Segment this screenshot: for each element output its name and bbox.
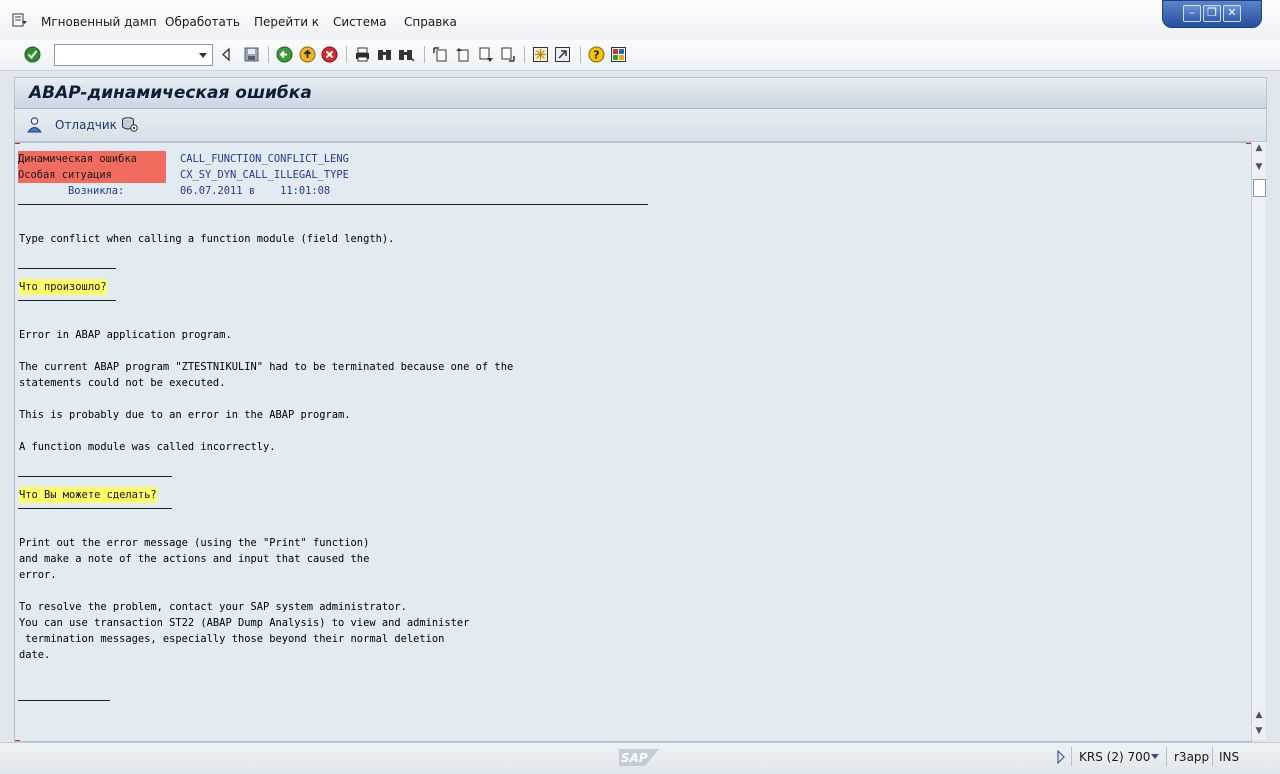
title-bar: ABAP-динамическая ошибка	[14, 77, 1267, 108]
what-can-you-do-line: Print out the error message (using the "…	[19, 537, 370, 549]
toolbar-separator	[580, 46, 581, 63]
menu-bar: Мгновенный дамп Обработать Перейти к Сис…	[0, 0, 1280, 41]
next-page-icon[interactable]	[477, 46, 494, 63]
enter-icon[interactable]	[24, 46, 41, 63]
shortcut-icon[interactable]	[554, 46, 571, 63]
exception-value: CX_SY_DYN_CALL_ILLEGAL_TYPE	[180, 169, 349, 181]
divider	[18, 204, 648, 205]
menu-item-instant-dump[interactable]: Мгновенный дамп	[41, 15, 157, 29]
what-happened-line: statements could not be executed.	[19, 377, 226, 389]
customize-layout-icon[interactable]	[610, 46, 627, 63]
system-info: KRS (2) 700	[1079, 750, 1151, 764]
scroll-down-small-icon[interactable]: ▼	[1254, 163, 1264, 172]
system-dropdown-icon[interactable]	[1150, 754, 1160, 760]
section-heading-what-happened: Что произошло?	[19, 279, 107, 295]
svg-text:SAP: SAP	[621, 751, 648, 765]
help-icon[interactable]: ?	[588, 46, 605, 63]
minimize-icon[interactable]: –	[1183, 5, 1201, 22]
dump-content: Динамическая ошибка CALL_FUNCTION_CONFLI…	[14, 142, 1252, 742]
what-happened-line: Error in ABAP application program.	[19, 329, 232, 341]
error-value: CALL_FUNCTION_CONFLICT_LENG	[180, 153, 349, 165]
debugger-icon[interactable]	[26, 116, 43, 133]
divider	[18, 300, 116, 301]
print-icon[interactable]	[354, 46, 371, 63]
short-text: Type conflict when calling a function mo…	[19, 233, 395, 245]
what-can-you-do-line: termination messages, especially those b…	[19, 633, 445, 645]
what-happened-line: The current ABAP program "ZTESTNIKULIN" …	[19, 361, 514, 373]
divider	[18, 268, 116, 269]
prev-page-icon[interactable]	[454, 46, 471, 63]
scroll-down-icon[interactable]: ▼	[1254, 727, 1264, 736]
vertical-scrollbar[interactable]: ▲ ▼ ▲ ▼	[1251, 142, 1266, 740]
application-toolbar: Отладчик	[14, 108, 1267, 142]
exit-icon[interactable]	[299, 46, 316, 63]
page-title: ABAP-динамическая ошибка	[29, 83, 312, 103]
menu-icon[interactable]	[12, 12, 28, 28]
corner-marker	[15, 143, 20, 150]
status-bar: SAP KRS (2) 700 r3app INS	[0, 742, 1280, 771]
divider	[18, 700, 110, 701]
what-happened-line: A function module was called incorrectly…	[19, 441, 276, 453]
server-info: r3app	[1174, 750, 1210, 764]
close-icon[interactable]: ✕	[1223, 5, 1241, 22]
debugger-button[interactable]: Отладчик	[55, 118, 117, 132]
standard-toolbar: ?	[0, 40, 1280, 71]
scroll-up-icon[interactable]: ▲	[1254, 144, 1264, 153]
restore-icon[interactable]: ❐	[1203, 5, 1221, 22]
status-expand-icon[interactable]	[1056, 750, 1066, 764]
scrollbar-thumb[interactable]	[1253, 179, 1266, 197]
corner-marker	[15, 734, 20, 741]
chevron-down-icon[interactable]	[196, 47, 210, 63]
svg-text:?: ?	[593, 49, 599, 62]
command-field[interactable]	[54, 44, 213, 66]
insert-mode[interactable]: INS	[1219, 750, 1239, 764]
window-controls: – ❐ ✕	[1162, 0, 1262, 28]
create-session-icon[interactable]	[532, 46, 549, 63]
back-icon[interactable]	[276, 46, 293, 63]
occurred-label: Возникла:	[68, 185, 125, 197]
scroll-up-bottom-icon[interactable]: ▲	[1254, 711, 1264, 720]
what-can-you-do-line: To resolve the problem, contact your SAP…	[19, 601, 407, 613]
first-page-icon[interactable]	[432, 46, 449, 63]
what-can-you-do-line: and make a note of the actions and input…	[19, 553, 370, 565]
save-icon[interactable]	[243, 46, 260, 63]
last-page-icon[interactable]	[499, 46, 516, 63]
find-next-icon[interactable]	[398, 46, 415, 63]
section-heading-what-can-you-do: Что Вы можете сделать?	[19, 487, 157, 503]
status-separator	[1071, 747, 1072, 766]
status-separator	[1212, 747, 1213, 766]
divider	[18, 508, 172, 509]
divider	[18, 476, 172, 477]
what-can-you-do-line: You can use transaction ST22 (ABAP Dump …	[19, 617, 470, 629]
back-nav-icon[interactable]	[218, 46, 235, 63]
menu-item-goto[interactable]: Перейти к	[254, 15, 319, 29]
database-settings-icon[interactable]	[121, 116, 139, 133]
what-can-you-do-line: error.	[19, 569, 57, 581]
occurred-value: 06.07.2011 в 11:01:08	[180, 185, 331, 197]
sap-logo: SAP	[619, 749, 659, 766]
cancel-icon[interactable]	[321, 46, 338, 63]
what-can-you-do-line: date.	[19, 649, 51, 661]
what-happened-line: This is probably due to an error in the …	[19, 409, 351, 421]
menu-item-help[interactable]: Справка	[404, 15, 457, 29]
menu-item-edit[interactable]: Обработать	[165, 15, 240, 29]
exception-label: Особая ситуация	[18, 167, 166, 183]
menu-item-system[interactable]: Система	[333, 15, 387, 29]
error-label: Динамическая ошибка	[18, 151, 166, 167]
toolbar-separator	[524, 46, 525, 63]
find-icon[interactable]	[376, 46, 393, 63]
toolbar-separator	[268, 46, 269, 63]
toolbar-separator	[346, 46, 347, 63]
status-separator	[1166, 747, 1167, 766]
toolbar-separator	[424, 46, 425, 63]
